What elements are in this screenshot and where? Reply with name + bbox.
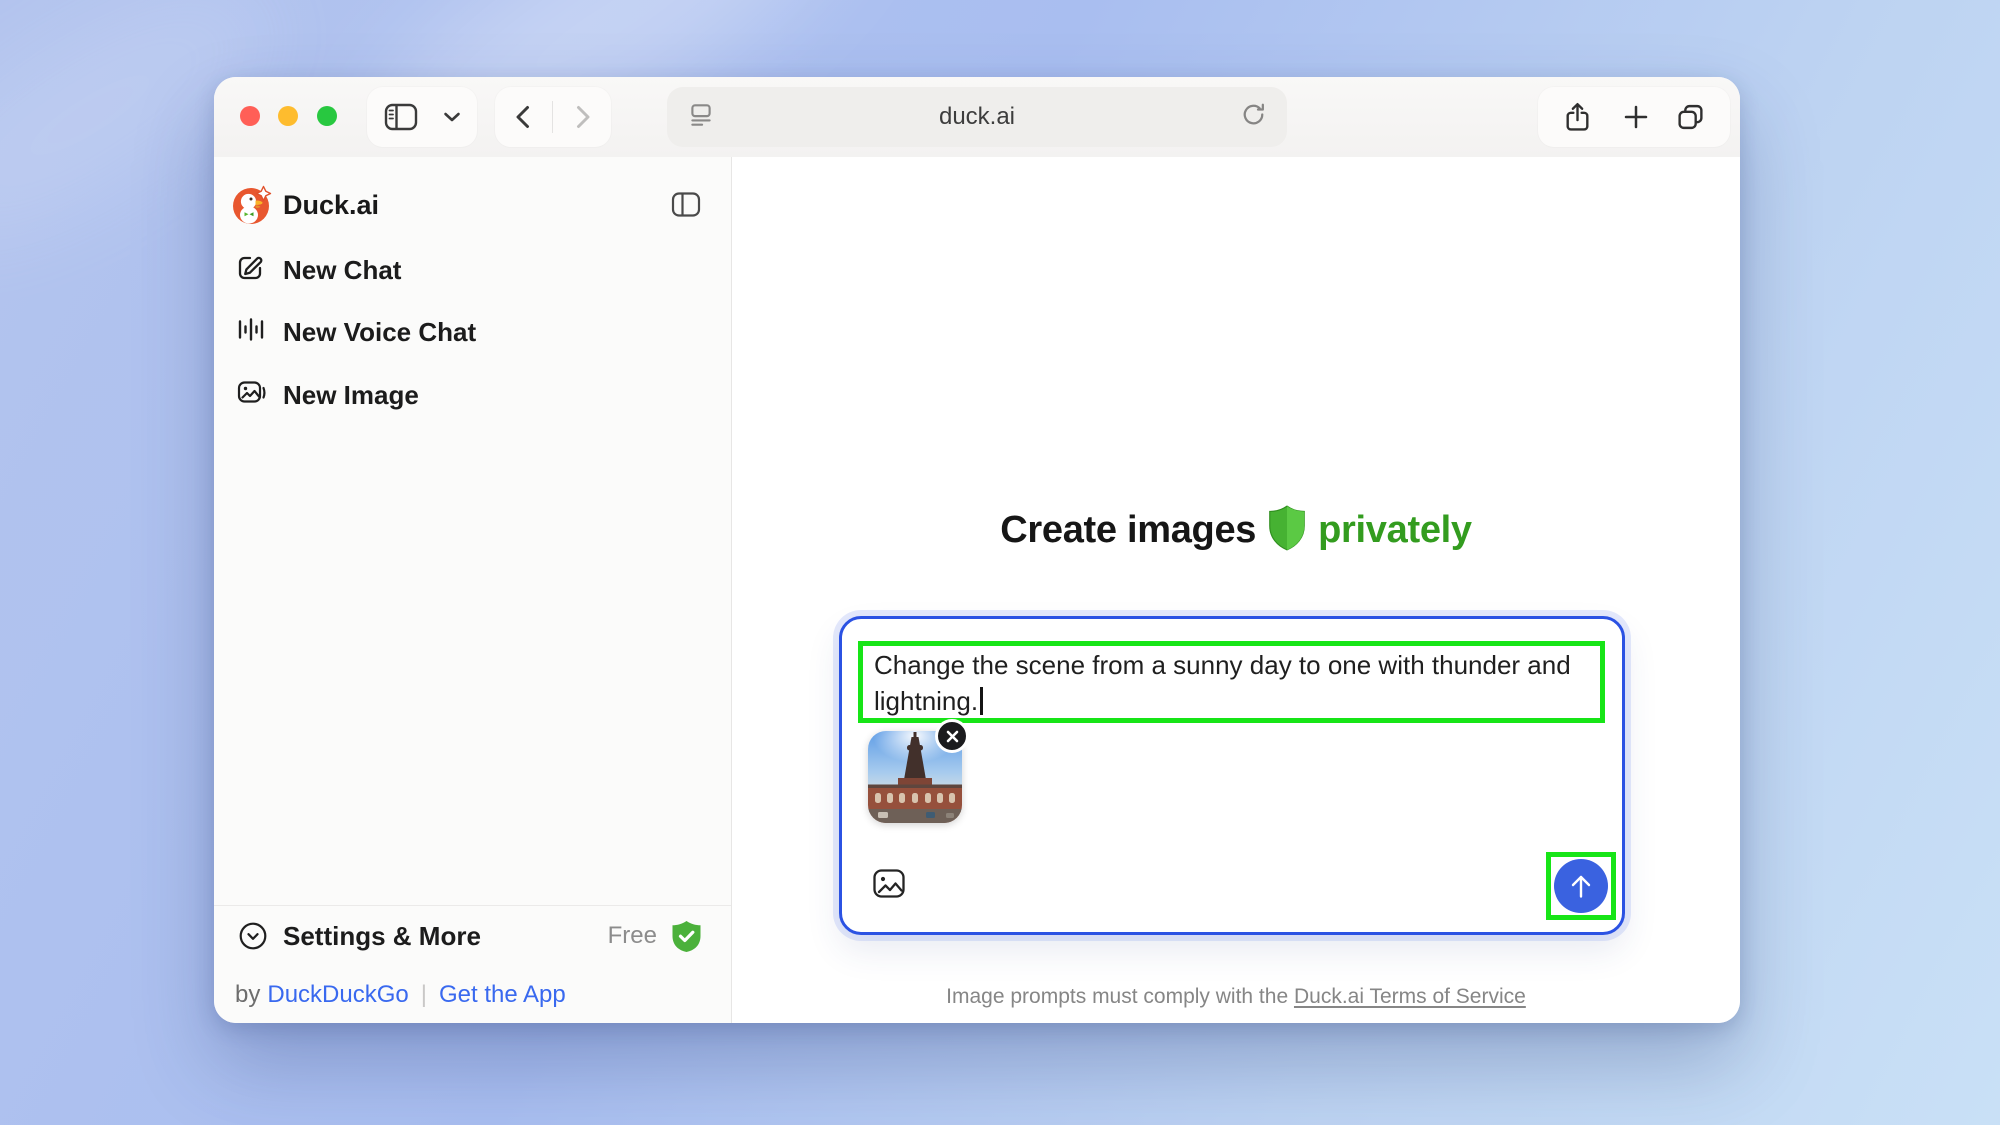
disclaimer-text: Image prompts must comply with the [946, 985, 1294, 1008]
prompt-line-2: lightning. [874, 686, 978, 716]
send-button-annotation [1546, 852, 1616, 920]
share-icon[interactable] [1564, 102, 1591, 133]
duckai-sidebar: Duck.ai New Chat [214, 157, 732, 1023]
back-button[interactable] [515, 105, 530, 129]
prompt-highlight-annotation: Change the scene from a sunny day to one… [858, 641, 1605, 723]
duckduckgo-link[interactable]: DuckDuckGo [267, 981, 408, 1009]
duckduckgo-logo-icon [232, 185, 272, 225]
terms-of-service-link[interactable]: Duck.ai Terms of Service [1294, 985, 1526, 1008]
text-cursor [980, 687, 983, 715]
chevron-down-icon [443, 112, 461, 123]
sidebar-item-label: New Chat [283, 248, 401, 292]
image-prompt-composer[interactable]: Change the scene from a sunny day to one… [839, 616, 1625, 935]
sidebar-item-new-voice-chat[interactable]: New Voice Chat [214, 310, 731, 354]
new-image-icon [236, 379, 267, 412]
new-chat-icon [236, 254, 264, 287]
browser-window: duck.ai [214, 77, 1740, 1023]
tab-overview-icon[interactable] [1676, 103, 1705, 132]
duckai-main-panel: Create images privately Change the scene… [732, 157, 1740, 1023]
divider [552, 101, 553, 133]
green-shield-emoji [1256, 509, 1318, 551]
sidebar-byline: by DuckDuckGo | Get the App [235, 979, 566, 1011]
sidebar-item-label: New Image [283, 373, 419, 417]
address-text: duck.ai [667, 87, 1287, 147]
voice-chat-icon [236, 316, 264, 349]
new-tab-icon[interactable] [1624, 105, 1648, 129]
shield-check-icon [671, 920, 702, 952]
page-title: Create images privately [732, 505, 1740, 552]
sidebar-item-new-chat[interactable]: New Chat [214, 248, 731, 292]
sidebar-toggle-button[interactable] [367, 87, 477, 147]
remove-attachment-button[interactable] [935, 719, 969, 753]
reload-icon[interactable] [1240, 101, 1267, 133]
sidebar-item-new-image[interactable]: New Image [214, 373, 731, 417]
zoom-window-button[interactable] [317, 106, 337, 126]
image-prompt-disclaimer: Image prompts must comply with the Duck.… [732, 985, 1740, 1009]
sidebar-toggle-icon [384, 103, 418, 131]
sidebar-footer-divider [214, 905, 731, 906]
heading-text-green: privately [1318, 509, 1472, 551]
get-the-app-link[interactable]: Get the App [439, 981, 566, 1009]
attach-image-button[interactable] [872, 868, 906, 900]
plan-area: Free [214, 916, 702, 956]
settings-and-more-button[interactable]: Settings & More Free [214, 916, 731, 956]
prompt-line-1: Change the scene from a sunny day to one… [874, 650, 1571, 680]
window-content: Duck.ai New Chat [214, 157, 1740, 1023]
forward-button[interactable] [576, 105, 591, 129]
toolbar-actions [1538, 87, 1730, 147]
prompt-textarea[interactable]: Change the scene from a sunny day to one… [874, 647, 1598, 719]
navigation-buttons [495, 87, 611, 147]
byline-divider: | [421, 981, 427, 1009]
plan-badge: Free [608, 922, 657, 950]
heading-text-dark: Create images [1000, 509, 1256, 551]
browser-toolbar: duck.ai [214, 77, 1740, 157]
send-button[interactable] [1554, 859, 1608, 913]
byline-prefix: by [235, 981, 260, 1009]
address-bar[interactable]: duck.ai [667, 87, 1287, 147]
sidebar-header: Duck.ai [214, 185, 731, 225]
app-title: Duck.ai [283, 185, 379, 225]
sidebar-item-label: New Voice Chat [283, 310, 476, 354]
sidebar-collapse-icon[interactable] [671, 191, 703, 219]
minimize-window-button[interactable] [278, 106, 298, 126]
close-window-button[interactable] [240, 106, 260, 126]
